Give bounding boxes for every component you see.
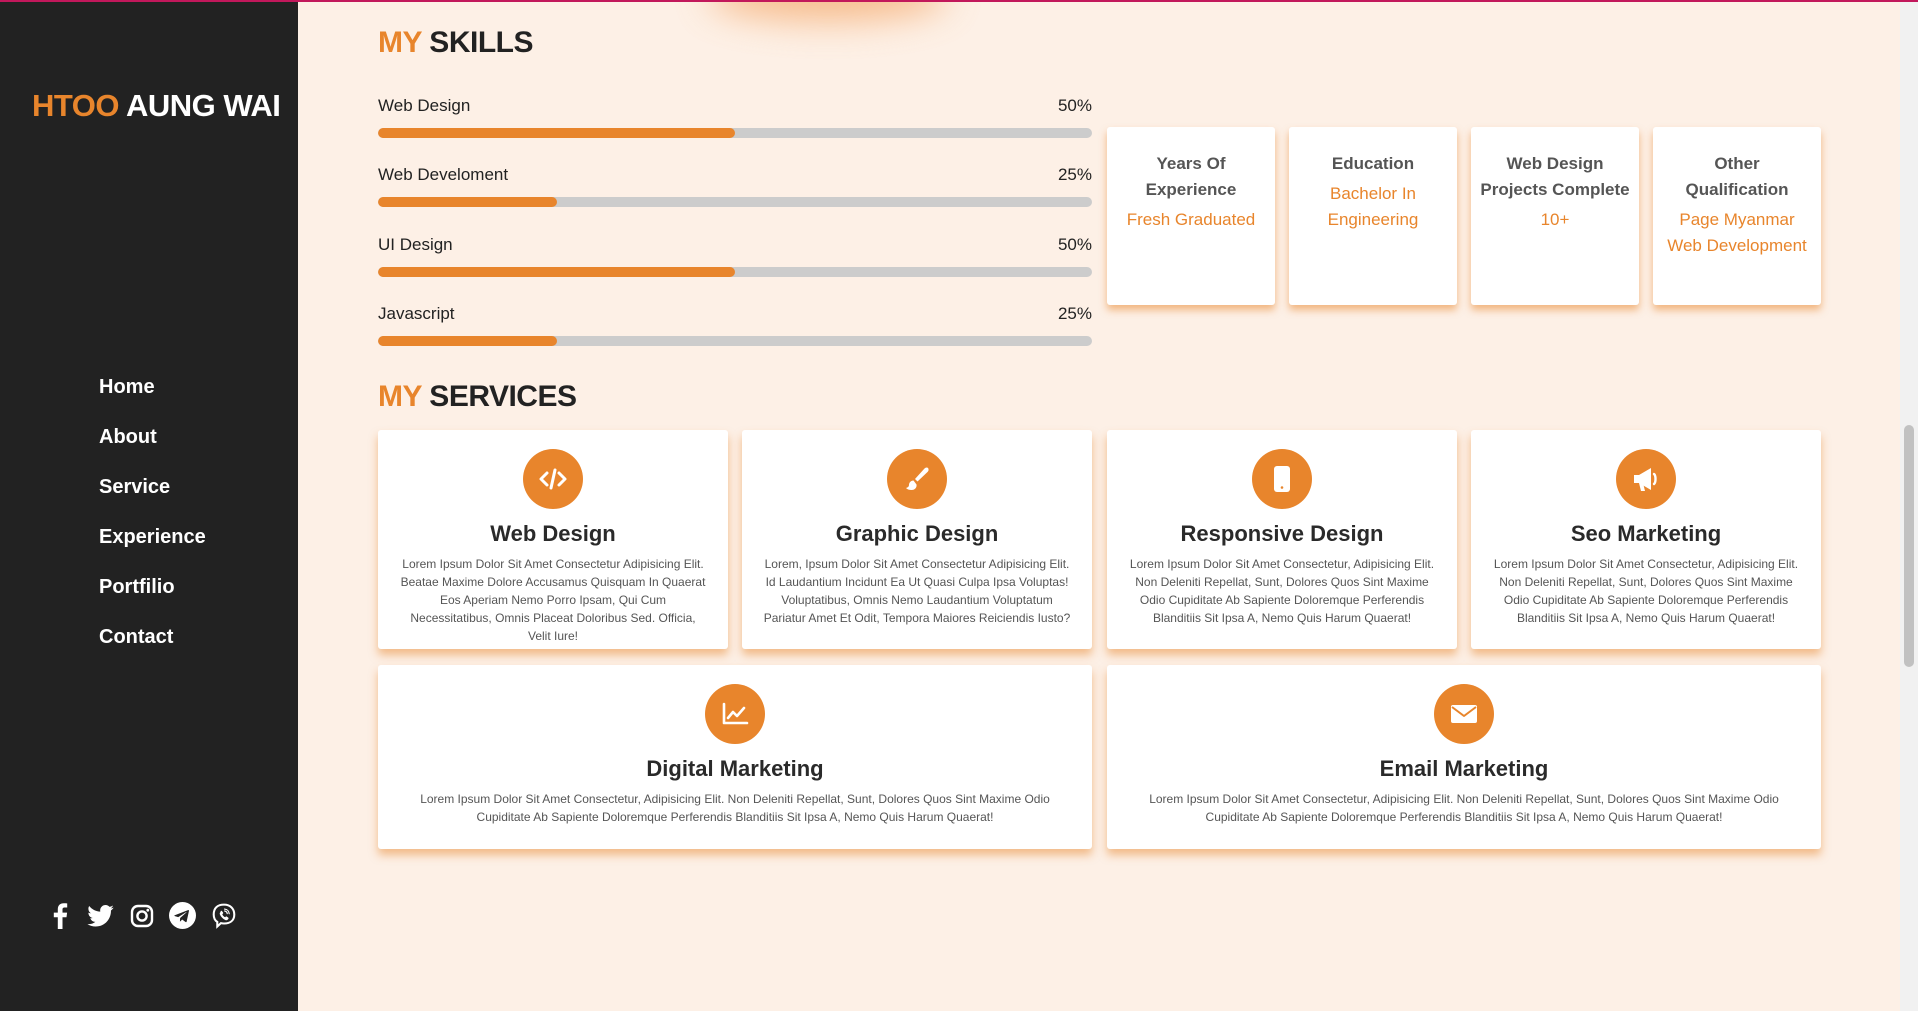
service-description: Lorem Ipsum Dolor Sit Amet Consectetur, … xyxy=(420,792,1050,824)
skill-progress-bar xyxy=(378,197,1092,207)
service-description: Lorem, Ipsum Dolor Sit Amet Consectetur … xyxy=(763,557,1071,625)
nav-item-home[interactable]: Home xyxy=(99,376,206,426)
service-card-seo-marketing: Seo Marketing Lorem Ipsum Dolor Sit Amet… xyxy=(1471,430,1821,649)
service-title: Email Marketing xyxy=(1379,756,1549,781)
telegram-icon[interactable] xyxy=(169,902,196,929)
services-title-rest: SERVICES xyxy=(421,380,577,413)
info-card-value: Bachelor In Engineering xyxy=(1327,184,1419,229)
skill-progress-bar xyxy=(378,267,1092,277)
facebook-icon[interactable] xyxy=(46,902,73,929)
skill-name: Web Develoment xyxy=(378,165,509,184)
skill-web-development: Web Develoment 25% xyxy=(378,165,1092,207)
service-card-email-marketing: Email Marketing Lorem Ipsum Dolor Sit Am… xyxy=(1107,665,1821,849)
service-description: Lorem Ipsum Dolor Sit Amet Consectetur, … xyxy=(1493,557,1799,625)
paintbrush-icon xyxy=(887,449,947,509)
service-description: Lorem Ipsum Dolor Sit Amet Consectetur, … xyxy=(1149,792,1779,824)
page-scrollbar[interactable] xyxy=(1900,0,1918,1011)
skill-name: UI Design xyxy=(378,235,453,254)
info-card-education: Education Bachelor In Engineering xyxy=(1289,127,1457,305)
service-card-graphic-design: Graphic Design Lorem, Ipsum Dolor Sit Am… xyxy=(742,430,1092,649)
skill-javascript: Javascript 25% xyxy=(378,304,1092,346)
chart-line-icon xyxy=(705,684,765,744)
site-logo[interactable]: HTOO AUNG WAI xyxy=(32,88,281,124)
twitter-icon[interactable] xyxy=(87,902,114,929)
decorative-glow xyxy=(708,0,948,20)
service-card-digital-marketing: Digital Marketing Lorem Ipsum Dolor Sit … xyxy=(378,665,1092,849)
skill-name: Web Design xyxy=(378,96,471,115)
info-card-label: Years Of Experience xyxy=(1145,154,1237,199)
skill-progress-bar xyxy=(378,336,1092,346)
service-title: Graphic Design xyxy=(835,521,999,546)
logo-first-name: HTOO xyxy=(32,88,120,123)
viber-icon[interactable] xyxy=(210,902,237,929)
info-card-experience: Years Of Experience Fresh Graduated xyxy=(1107,127,1275,305)
service-title: Digital Marketing xyxy=(646,756,824,781)
info-card-value: 10+ xyxy=(1540,210,1570,229)
service-title: Seo Marketing xyxy=(1570,521,1722,546)
nav-item-contact[interactable]: Contact xyxy=(99,626,206,676)
skills-title-accent: MY xyxy=(378,26,422,59)
skill-percent: 25% xyxy=(1057,304,1092,323)
skill-name: Javascript xyxy=(378,304,455,323)
scrollbar-thumb[interactable] xyxy=(1904,425,1914,667)
social-links xyxy=(46,902,237,929)
skill-progress-fill xyxy=(378,197,557,207)
info-card-label: Web Design Projects Complete xyxy=(1480,154,1630,199)
service-title: Responsive Design xyxy=(1180,521,1384,546)
skill-percent: 50% xyxy=(1057,235,1092,254)
skill-progress-bar xyxy=(378,128,1092,138)
info-card-qualification: Other Qualification Page Myanmar Web Dev… xyxy=(1653,127,1821,305)
info-card-value: Fresh Graduated xyxy=(1126,210,1256,229)
info-card-projects: Web Design Projects Complete 10+ xyxy=(1471,127,1639,305)
nav-item-portfolio[interactable]: Portfilio xyxy=(99,576,206,626)
nav-item-experience[interactable]: Experience xyxy=(99,526,206,576)
skill-web-design: Web Design 50% xyxy=(378,96,1092,138)
envelope-icon xyxy=(1434,684,1494,744)
service-description: Lorem Ipsum Dolor Sit Amet Consectetur, … xyxy=(1129,557,1435,625)
skills-title: MY SKILLS xyxy=(378,26,533,60)
info-card-label: Other Qualification xyxy=(1685,154,1789,199)
skill-percent: 50% xyxy=(1057,96,1092,115)
skill-progress-fill xyxy=(378,267,735,277)
service-description: Lorem Ipsum Dolor Sit Amet Consectetur A… xyxy=(400,557,706,643)
info-card-value: Page Myanmar Web Development xyxy=(1667,210,1807,255)
skill-ui-design: UI Design 50% xyxy=(378,235,1092,277)
service-card-responsive-design: Responsive Design Lorem Ipsum Dolor Sit … xyxy=(1107,430,1457,649)
instagram-icon[interactable] xyxy=(128,902,155,929)
nav-item-service[interactable]: Service xyxy=(99,476,206,526)
services-title: MY SERVICES xyxy=(378,380,577,414)
services-title-accent: MY xyxy=(378,380,422,413)
service-card-web-design: Web Design Lorem Ipsum Dolor Sit Amet Co… xyxy=(378,430,728,649)
service-title: Web Design xyxy=(490,521,616,546)
skill-progress-fill xyxy=(378,128,735,138)
skills-title-rest: SKILLS xyxy=(421,26,533,59)
sidebar: HTOO AUNG WAI Home About Service Experie… xyxy=(0,0,298,1011)
main-content: MY SKILLS Web Design 50% Web Develoment 25… xyxy=(298,0,1900,1011)
logo-last-name: AUNG WAI xyxy=(119,88,281,123)
skill-progress-fill xyxy=(378,336,557,346)
megaphone-icon xyxy=(1616,449,1676,509)
sidebar-nav: Home About Service Experience Portfilio … xyxy=(99,376,206,676)
top-accent-line xyxy=(0,0,1918,2)
code-icon xyxy=(523,449,583,509)
info-card-label: Education xyxy=(1331,154,1415,173)
nav-item-about[interactable]: About xyxy=(99,426,206,476)
skill-percent: 25% xyxy=(1057,165,1092,184)
mobile-icon xyxy=(1252,449,1312,509)
